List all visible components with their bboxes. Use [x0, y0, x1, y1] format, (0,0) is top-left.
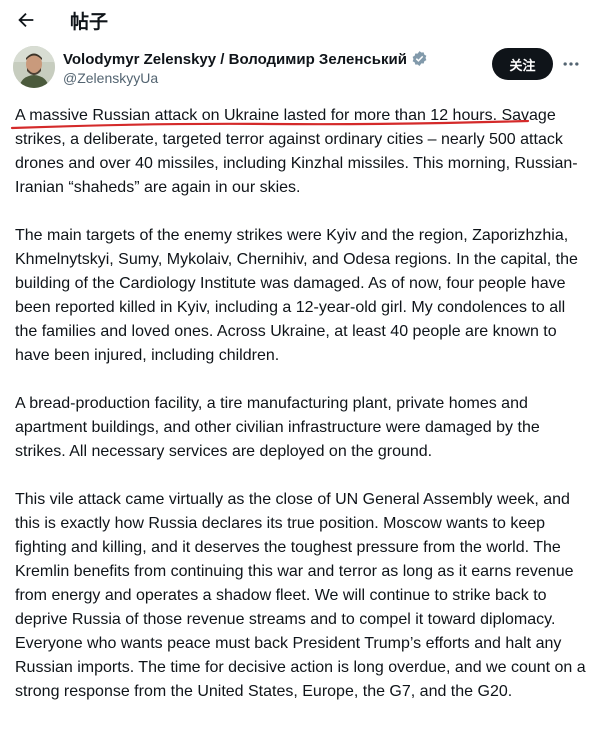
post-paragraph-2: The main targets of the enemy strikes we… [15, 227, 578, 364]
avatar[interactable] [13, 46, 55, 88]
author-name-text: Volodymyr Zelenskyy / Володимир Зеленськ… [63, 51, 407, 68]
more-horizontal-icon [563, 62, 579, 66]
post-paragraph-3: A bread-production facility, a tire manu… [15, 395, 540, 460]
arrow-left-icon [18, 12, 34, 28]
post-paragraph-4: This vile attack came virtually as the c… [15, 491, 586, 700]
page-title: 帖子 [70, 11, 109, 33]
post-paragraph-1-lead: A massive Russian attack on Ukraine last… [15, 107, 498, 124]
verified-badge-icon [411, 50, 428, 71]
avatar-image [13, 46, 55, 88]
author-name[interactable]: Volodymyr Zelenskyy / Володимир Зеленськ… [63, 50, 428, 71]
author-handle[interactable]: @ZelenskyyUa [63, 70, 158, 86]
more-button[interactable] [558, 52, 584, 76]
back-button[interactable] [12, 6, 40, 34]
top-bar: 帖子 [0, 0, 601, 40]
follow-button[interactable]: 关注 [492, 48, 553, 80]
post-paragraph-1: A massive Russian attack on Ukraine last… [15, 104, 590, 200]
post-text: A massive Russian attack on Ukraine last… [15, 104, 590, 728]
